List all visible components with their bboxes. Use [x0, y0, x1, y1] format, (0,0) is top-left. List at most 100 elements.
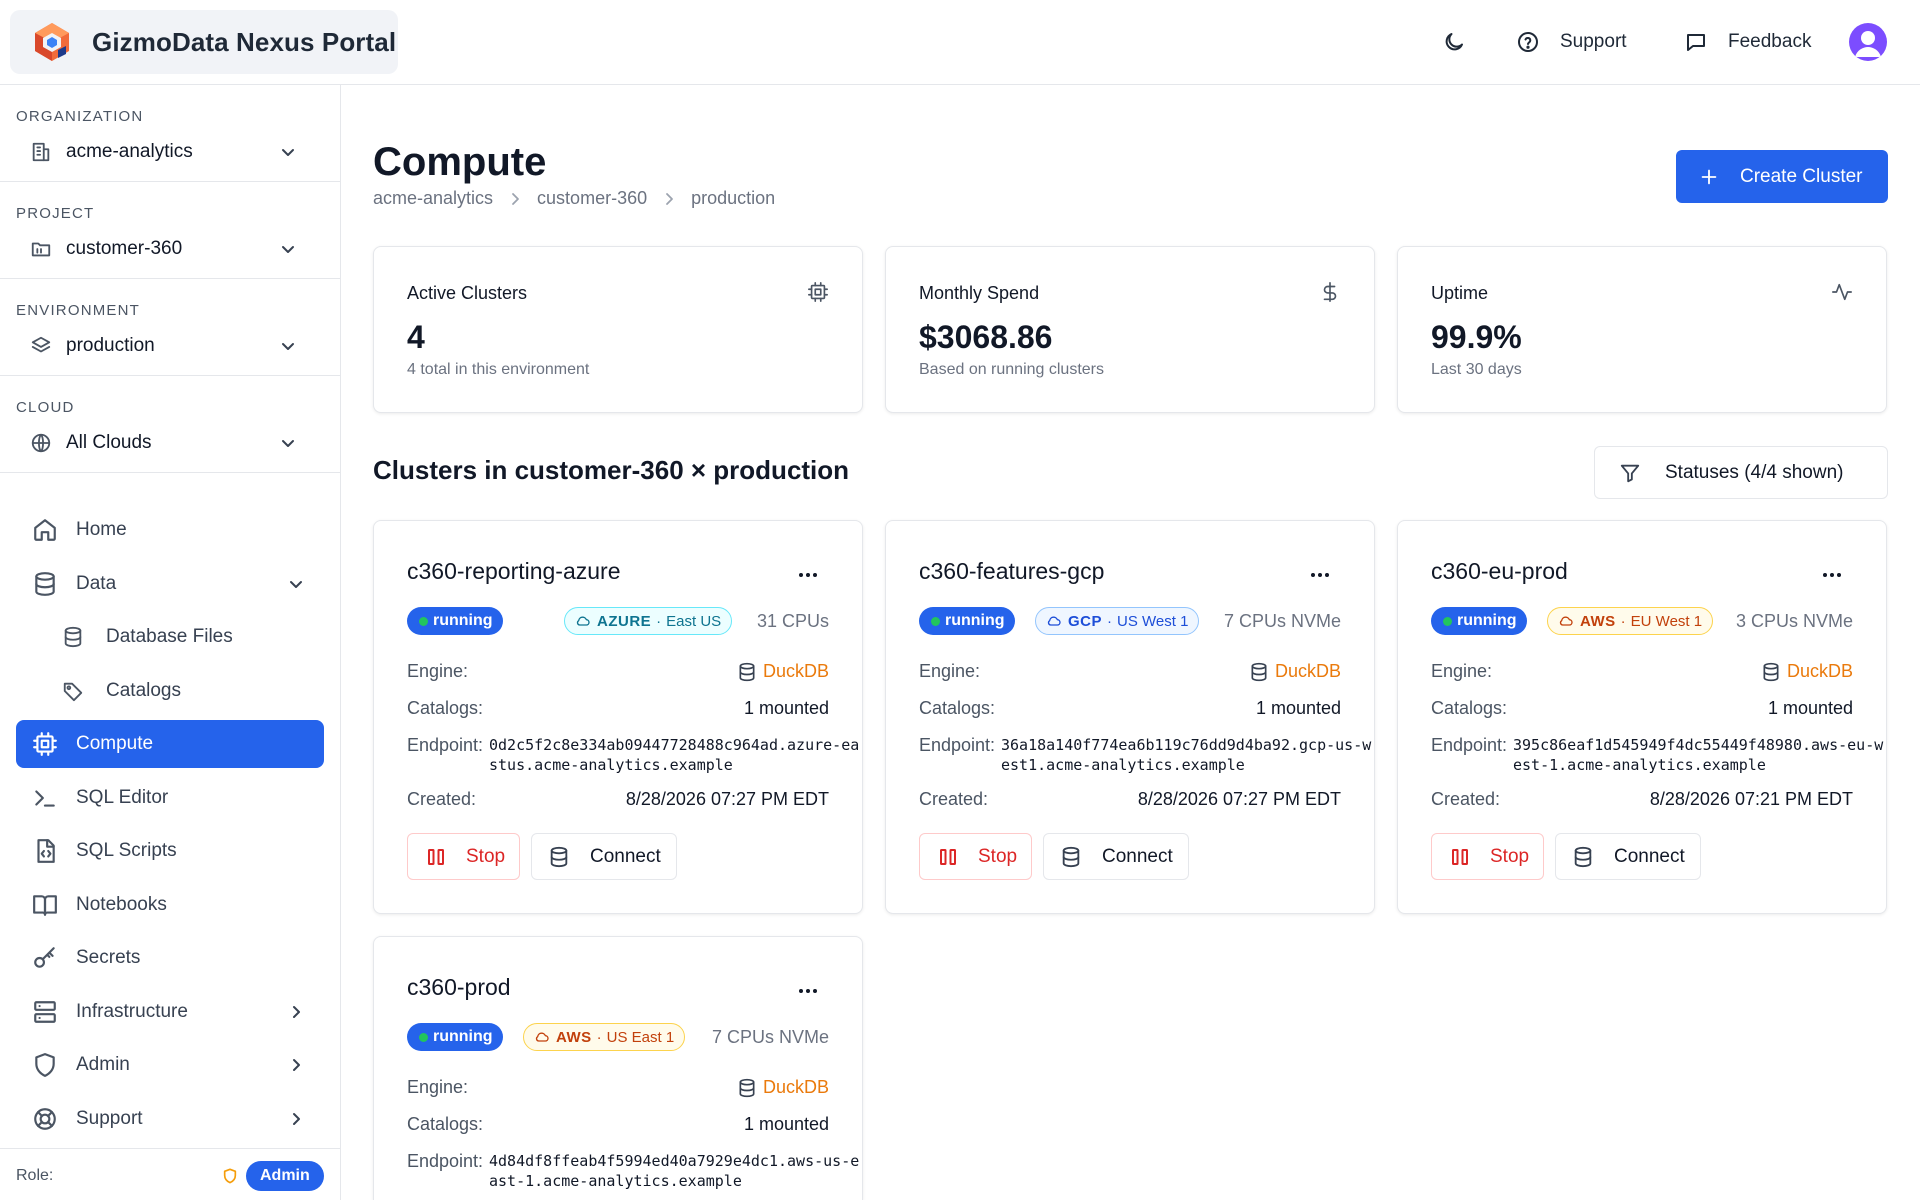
project-dropdown[interactable]: customer-360: [16, 230, 316, 268]
brand[interactable]: GizmoData Nexus Portal: [10, 10, 398, 74]
cloud-provider: AZURE: [597, 612, 652, 630]
cpu-icon: [808, 282, 828, 302]
connect-button[interactable]: Connect: [531, 833, 677, 880]
stat-subtitle: 4 total in this environment: [407, 361, 590, 378]
server-icon: [34, 1001, 56, 1023]
endpoint-value[interactable]: 0d2c5f2c8e334ab09447728488c964ad.azure-e…: [489, 735, 861, 775]
user-icon: [1855, 31, 1881, 57]
endpoint-value[interactable]: 4d84df8ffeab4f5994ed40a7929e4dc1.aws-us-…: [489, 1151, 861, 1191]
stop-button[interactable]: Stop: [919, 833, 1032, 880]
nav-item-catalogs[interactable]: Catalogs: [16, 667, 324, 715]
engine-name: DuckDB: [1786, 661, 1853, 681]
more-horizontal-icon[interactable]: [1310, 571, 1330, 579]
engine-value: DuckDB: [1249, 661, 1341, 682]
created-label: Created:: [1431, 789, 1501, 809]
cloud-region-separator: ·: [656, 612, 662, 630]
cluster-name[interactable]: c360-prod: [407, 974, 511, 1001]
cluster-name[interactable]: c360-features-gcp: [919, 558, 1104, 585]
breadcrumb-item: production: [691, 188, 776, 208]
nav-item-support[interactable]: Support: [16, 1095, 324, 1143]
filter-icon: [1620, 464, 1640, 482]
clusters-section-title: Clusters in customer-360 × production: [373, 455, 850, 485]
nav-item-label: Data: [76, 573, 117, 594]
create-cluster-label: Create Cluster: [1740, 165, 1863, 187]
engine-label: Engine:: [407, 1077, 469, 1097]
nav-item-infrastructure[interactable]: Infrastructure: [16, 988, 324, 1036]
organization-selector: ORGANIZATION acme-analytics: [0, 85, 341, 182]
nav-item-label: Support: [76, 1108, 143, 1129]
breadcrumb-item[interactable]: customer-360: [537, 188, 647, 209]
nav-item-label: Compute: [76, 733, 154, 754]
endpoint-value[interactable]: 395c86eaf1d545949f4dc55449f48980.aws-eu-…: [1513, 735, 1885, 775]
life-buoy-icon: [34, 1108, 56, 1130]
endpoint-value[interactable]: 36a18a140f774ea6b119c76dd9d4ba92.gcp-us-…: [1001, 735, 1373, 775]
status-filter-button[interactable]: Statuses (4/4 shown): [1594, 446, 1888, 499]
cloud-label: CLOUD: [16, 399, 75, 416]
nav-item-database-files[interactable]: Database Files: [16, 613, 324, 661]
more-horizontal-icon[interactable]: [798, 571, 818, 579]
status-text: running: [945, 612, 1005, 629]
environment-dropdown[interactable]: production: [16, 327, 316, 365]
chevron-right-icon: [293, 1006, 300, 1018]
connect-button[interactable]: Connect: [1555, 833, 1701, 880]
status-badge: running: [919, 607, 1015, 635]
chevron-right-icon: [512, 192, 519, 205]
stat-title: Monthly Spend: [919, 283, 1040, 303]
database-icon: [1574, 846, 1592, 867]
chevron-right-icon: [293, 1113, 300, 1125]
activity-icon: [1832, 283, 1852, 301]
nav-item-data[interactable]: Data: [16, 560, 324, 608]
cluster-name[interactable]: c360-eu-prod: [1431, 558, 1568, 585]
nav-item-label: Home: [76, 519, 127, 540]
nav-item-label: Catalogs: [106, 680, 181, 701]
create-cluster-button[interactable]: Create Cluster: [1676, 150, 1888, 203]
shield-icon: [35, 1053, 55, 1077]
nav-item-label: Secrets: [76, 947, 141, 968]
stop-button[interactable]: Stop: [407, 833, 520, 880]
catalogs-value: 1 mounted: [1767, 698, 1853, 718]
connect-label: Connect: [590, 845, 661, 867]
cluster-cpus: 3 CPUs NVMe: [1735, 611, 1853, 631]
stop-button[interactable]: Stop: [1431, 833, 1544, 880]
support-link[interactable]: Support: [1516, 24, 1627, 60]
more-horizontal-icon[interactable]: [1822, 571, 1842, 579]
help-circle-icon: [1518, 32, 1538, 52]
user-avatar[interactable]: [1849, 23, 1887, 61]
environment-value: production: [66, 335, 155, 356]
cloud-dropdown[interactable]: All Clouds: [16, 424, 316, 462]
dollar-icon: [1323, 282, 1337, 302]
cloud-region-separator: ·: [1107, 612, 1113, 630]
engine-label: Engine:: [1431, 661, 1493, 681]
nav-item-compute[interactable]: Compute: [16, 720, 324, 768]
chevron-down-icon: [282, 343, 294, 350]
status-filter-label: Statuses (4/4 shown): [1665, 461, 1844, 483]
nav-item-secrets[interactable]: Secrets: [16, 934, 324, 982]
breadcrumb-item[interactable]: acme-analytics: [373, 188, 493, 209]
connect-button[interactable]: Connect: [1043, 833, 1189, 880]
nav-item-notebooks[interactable]: Notebooks: [16, 881, 324, 929]
breadcrumb: acme-analytics customer-360 production: [373, 188, 775, 209]
chevron-down-icon: [282, 149, 294, 156]
nav-item-admin[interactable]: Admin: [16, 1041, 324, 1089]
cloud-selector: CLOUD All Clouds: [0, 376, 341, 473]
created-value: 8/28/2026 07:27 PM EDT: [1137, 789, 1341, 809]
feedback-link[interactable]: Feedback: [1684, 24, 1811, 60]
environment-label: ENVIRONMENT: [16, 302, 141, 319]
more-horizontal-icon[interactable]: [798, 987, 818, 995]
cluster-name[interactable]: c360-reporting-azure: [407, 558, 621, 585]
theme-toggle-button[interactable]: [1442, 24, 1466, 60]
cloud-badge: GCP · US West 1: [1035, 607, 1200, 635]
nav-item-home[interactable]: Home: [16, 506, 324, 554]
cloud-provider: AWS: [556, 1028, 592, 1046]
environment-selector: ENVIRONMENT production: [0, 279, 341, 376]
sidebar: ORGANIZATION acme-analytics PROJECT cust…: [0, 85, 341, 1200]
cloud-icon: [1047, 616, 1061, 626]
message-square-icon: [1687, 34, 1705, 51]
status-dot: [419, 1033, 428, 1042]
folder-icon: [31, 242, 51, 257]
catalogs-label: Catalogs:: [407, 1114, 484, 1134]
status-badge: running: [1431, 607, 1527, 635]
organization-dropdown[interactable]: acme-analytics: [16, 133, 316, 171]
nav-item-sql-editor[interactable]: SQL Editor: [16, 774, 324, 822]
nav-item-sql-scripts[interactable]: SQL Scripts: [16, 827, 324, 875]
